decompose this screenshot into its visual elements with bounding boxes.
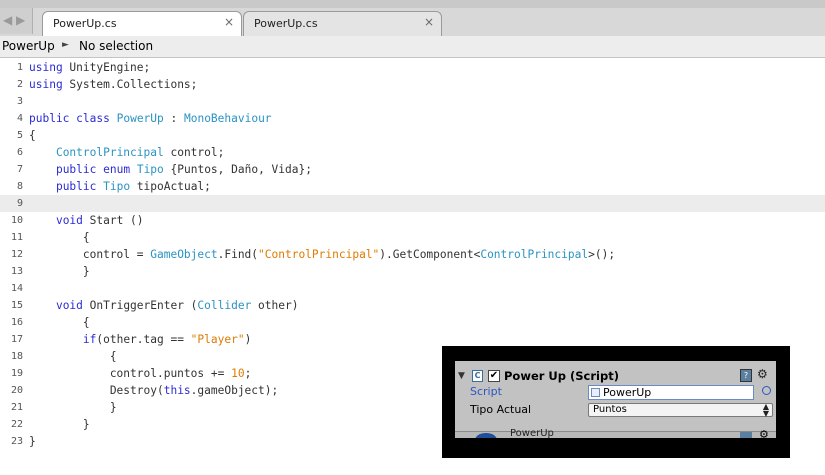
tab-label: PowerUp.cs: [254, 17, 318, 30]
code-text: public enum Tipo {Puntos, Daño, Vida};: [55, 163, 312, 176]
line-number: 22: [10, 419, 23, 430]
line-number: 14: [10, 283, 23, 294]
script-value: PowerUp: [603, 386, 652, 399]
line-number: 4: [16, 113, 23, 124]
object-picker-icon[interactable]: [762, 386, 771, 395]
code-line[interactable]: 4 public class PowerUp : MonoBehaviour: [0, 110, 825, 127]
line-number: 13: [10, 266, 23, 277]
code-text: {: [29, 231, 90, 244]
dropdown-arrows-icon: ▲ ▼: [762, 402, 769, 418]
breadcrumb: PowerUp ► No selection: [0, 36, 825, 58]
line-number: 3: [16, 96, 23, 107]
code-line[interactable]: 11 {: [0, 229, 825, 246]
code-line[interactable]: 9: [0, 195, 825, 212]
line-number: 2: [16, 79, 23, 90]
help-book-icon[interactable]: [740, 432, 752, 438]
code-text: }: [29, 401, 117, 414]
line-number: 19: [10, 368, 23, 379]
script-component-icon: C: [472, 370, 483, 382]
line-number: 1: [16, 62, 23, 73]
code-line[interactable]: 3: [0, 93, 825, 110]
tipo-actual-dropdown[interactable]: Puntos ▲ ▼: [588, 402, 773, 418]
script-row: Script PowerUp: [455, 384, 776, 401]
line-number: 9: [16, 198, 23, 209]
code-line[interactable]: 7 public enum Tipo {Puntos, Daño, Vida};: [0, 161, 825, 178]
code-line[interactable]: 1 using UnityEngine;: [0, 59, 825, 76]
code-line[interactable]: 5{: [0, 127, 825, 144]
tab-bar: ◀ ▶ PowerUp.cs × PowerUp.cs ×: [0, 8, 825, 37]
line-number: 17: [10, 334, 23, 345]
forward-arrow-icon[interactable]: ▶: [16, 13, 25, 27]
line-number: 23: [10, 436, 23, 447]
nav-buttons[interactable]: ◀ ▶: [0, 8, 33, 34]
gear-icon[interactable]: ⚙: [757, 367, 768, 381]
line-number: 8: [16, 181, 23, 192]
component-enabled-checkbox[interactable]: ✔: [488, 370, 500, 382]
breadcrumb-file[interactable]: PowerUp: [2, 39, 55, 53]
tipo-actual-row: Tipo Actual Puntos ▲ ▼: [455, 402, 776, 419]
breadcrumb-selection[interactable]: No selection: [79, 39, 153, 53]
line-number: 15: [10, 300, 23, 311]
line-number: 10: [10, 215, 23, 226]
code-line[interactable]: 13 }: [0, 263, 825, 280]
gear-icon[interactable]: ⚙: [759, 428, 769, 438]
next-component-header[interactable]: PowerUp ⚙: [455, 428, 776, 438]
code-text: {: [29, 316, 90, 329]
code-text: using UnityEngine;: [29, 61, 151, 74]
tab-powerup-inactive[interactable]: PowerUp.cs ×: [243, 11, 442, 36]
tipo-actual-label: Tipo Actual: [470, 403, 532, 416]
line-number: 16: [10, 317, 23, 328]
code-text: void OnTriggerEnter (Collider other): [55, 299, 299, 312]
code-line[interactable]: 14: [0, 280, 825, 297]
code-text: {: [29, 350, 117, 363]
script-label: Script: [470, 385, 502, 398]
line-number: 6: [16, 147, 23, 158]
code-text: ControlPrincipal control;: [55, 146, 225, 159]
close-tab-icon[interactable]: ×: [424, 15, 434, 29]
code-text: }: [29, 418, 90, 431]
tipo-actual-value: Puntos: [593, 404, 627, 415]
help-book-icon[interactable]: ?: [740, 369, 752, 382]
line-number: 21: [10, 402, 23, 413]
code-text: Destroy(this.gameObject);: [29, 384, 279, 397]
inspector-panel: ▼ C ✔ Power Up (Script) ? ⚙ Script Power…: [455, 361, 776, 438]
code-line[interactable]: 15 void OnTriggerEnter (Collider other): [0, 297, 825, 314]
collapse-triangle-icon[interactable]: ▼: [458, 371, 465, 381]
line-number: 18: [10, 351, 23, 362]
code-text: if(other.tag == "Player"): [82, 333, 252, 346]
code-line[interactable]: 8 public Tipo tipoActual;: [0, 178, 825, 195]
tab-powerup-active[interactable]: PowerUp.cs ×: [42, 11, 242, 37]
breadcrumb-arrow-icon: ►: [62, 40, 69, 50]
script-file-icon: [591, 388, 600, 397]
line-number: 5: [16, 130, 23, 141]
line-number: 7: [16, 164, 23, 175]
code-text: using System.Collections;: [29, 78, 198, 91]
next-component-title: PowerUp: [510, 428, 554, 438]
code-line[interactable]: 10 void Start (): [0, 212, 825, 229]
code-line[interactable]: 6 ControlPrincipal control;: [0, 144, 825, 161]
code-text: void Start (): [55, 214, 144, 227]
line-number: 11: [10, 232, 23, 243]
code-text: public class PowerUp : MonoBehaviour: [29, 112, 272, 125]
component-title: Power Up (Script): [504, 369, 619, 383]
code-text: }: [29, 435, 36, 448]
component-icon: [475, 433, 497, 438]
script-field[interactable]: PowerUp: [588, 385, 754, 400]
code-text: public Tipo tipoActual;: [55, 180, 211, 193]
code-line[interactable]: 12 control = GameObject.Find("ControlPri…: [0, 246, 825, 263]
code-line[interactable]: 16 {: [0, 314, 825, 331]
back-arrow-icon[interactable]: ◀: [3, 13, 12, 27]
code-text: control = GameObject.Find("ControlPrinci…: [29, 248, 616, 261]
code-line[interactable]: 2 using System.Collections;: [0, 76, 825, 93]
line-number: 20: [10, 385, 23, 396]
close-tab-icon[interactable]: ×: [224, 15, 234, 29]
code-text: control.puntos += 10;: [29, 367, 252, 380]
code-text: {: [29, 129, 36, 142]
line-number: 12: [10, 249, 23, 260]
code-text: }: [29, 265, 90, 278]
tab-label: PowerUp.cs: [53, 17, 117, 30]
